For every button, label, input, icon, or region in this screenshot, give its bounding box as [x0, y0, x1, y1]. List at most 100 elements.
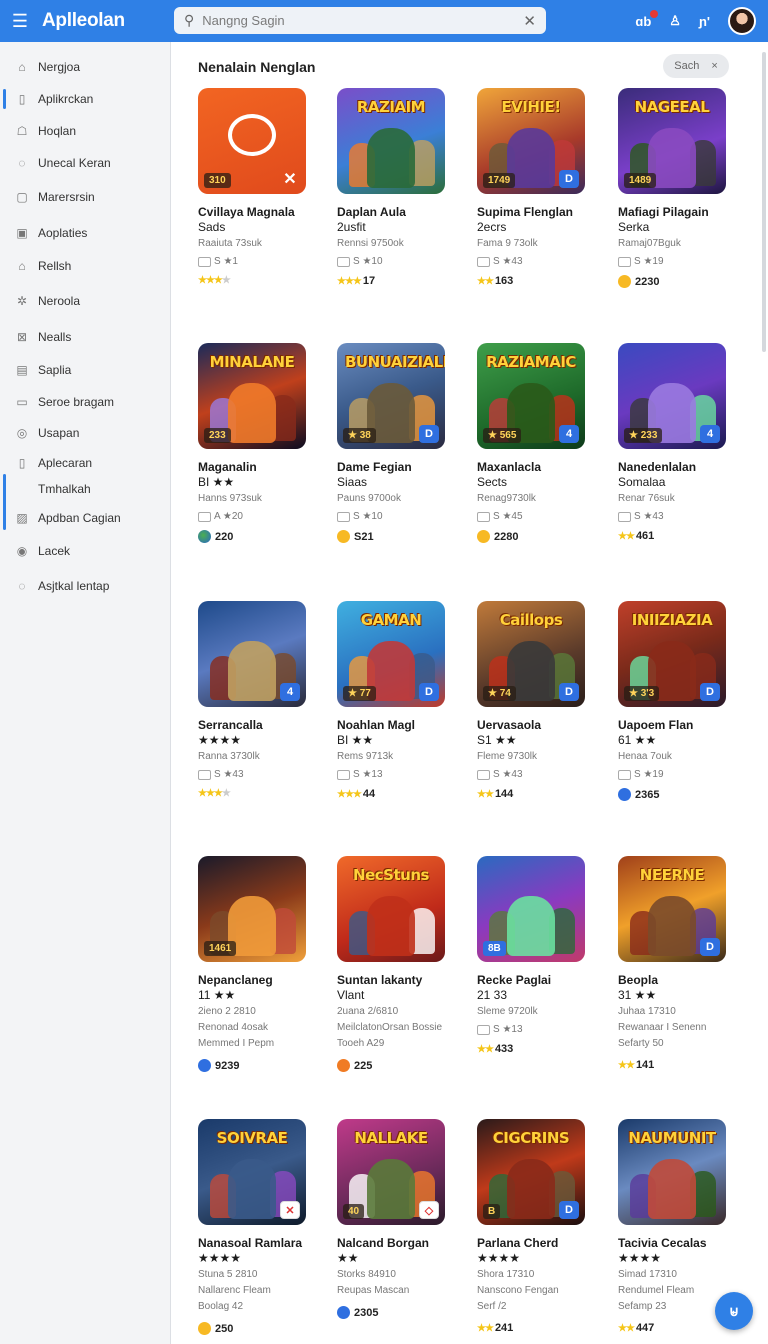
bag-icon[interactable]: ⊌ [715, 1292, 753, 1330]
app-card[interactable]: EVIHIE! 1749 D Supima Flenglan 2ecrs Fama 9 7… [477, 88, 599, 287]
app-card[interactable]: NAGEEAL 1489 Mafiagi Pilagain Serka Ramaj07B… [618, 88, 740, 288]
rating-stars: ★★★★ [198, 275, 231, 286]
sidebar-item[interactable]: ⊠ Nealls [0, 324, 170, 350]
app-card[interactable]: MINALANE 233 Maganalin BI ★★ Hanns 973suk A ★… [198, 343, 320, 543]
app-card[interactable]: GAMAN ★ 77 D Noahlan Magl BI ★★ Rems 9713k S ★… [337, 601, 459, 800]
sidebar-item[interactable]: ▯ Aplikrckan [0, 86, 170, 112]
app-card[interactable]: CIGCRINS B D Parlana Cherd ★★★★ Shora 17310 Na… [477, 1119, 599, 1334]
sort-chip[interactable]: Sach × [663, 54, 729, 78]
sidebar-item[interactable]: ▭ Seroe bragam [0, 389, 170, 415]
app-card[interactable]: 310 ✕ Cvillaya Magnala Sads Raaiuta 73suk S ★… [198, 88, 320, 286]
app-card[interactable]: INIIZIAZIA ★ 3'3 D Uapoem Flan 61 ★★ Henaa 7o… [618, 601, 740, 801]
music-icon[interactable]: ɲ' [699, 14, 710, 29]
app-thumbnail[interactable]: ★ 233 4 [618, 343, 726, 449]
app-card[interactable]: Caillops ★ 74 D Uervasaola S1 ★★ Fleme 9730lk… [477, 601, 599, 800]
app-info: S ★43 [477, 769, 599, 780]
sidebar-item-label: Aplecaran [38, 456, 93, 470]
rating-stars: ★★ [477, 1323, 494, 1334]
app-thumbnail[interactable]: 8B [477, 856, 585, 962]
app-meta: Nallarenc Fleam [198, 1285, 271, 1296]
app-card[interactable]: 4 Serrancalla ★★★★ Ranna 3730lk S ★43 ★★★★ [198, 601, 320, 799]
game-logo: Caillops [499, 611, 563, 629]
app-thumbnail[interactable]: INIIZIAZIA ★ 3'3 D [618, 601, 726, 707]
info-icon [618, 511, 631, 522]
app-thumbnail[interactable]: NEERNE D [618, 856, 726, 962]
sidebar-item[interactable]: ▢ Marersrsin [0, 184, 170, 210]
app-info-text: S ★43 [493, 769, 523, 780]
app-title: Tacivia Cecalas [618, 1236, 707, 1250]
search-input[interactable] [202, 13, 524, 28]
app-card[interactable]: BUNUAIZIALE ★ 38 D Dame Fegian Siaas Pauns 97… [337, 343, 459, 543]
app-meta: Rennsi 9750ok [337, 238, 404, 249]
character-figure [648, 1159, 696, 1219]
avatar[interactable] [728, 7, 756, 35]
rating-tag: 1749 [483, 173, 516, 188]
scrollbar[interactable] [762, 52, 766, 352]
sidebar-item[interactable]: ◌ Asjtkal lentap [0, 573, 170, 599]
app-thumbnail[interactable]: SOIVRAE ✕ [198, 1119, 306, 1225]
app-thumbnail[interactable]: GAMAN ★ 77 D [337, 601, 445, 707]
app-rating: 2230 [618, 275, 740, 288]
rating-tag: 8B [483, 941, 506, 956]
sidebar-item[interactable]: ⌂ Nergjoa [0, 54, 170, 80]
app-info-text: S ★43 [493, 256, 523, 267]
sidebar-item[interactable]: ☖ Hoqlan [0, 118, 170, 144]
app-thumbnail[interactable]: 310 ✕ [198, 88, 306, 194]
app-thumbnail[interactable]: NALLAKE 40 ◇ [337, 1119, 445, 1225]
sidebar-item[interactable]: ⌂ Rellsh [0, 253, 170, 279]
search-bar[interactable]: ⚲ ✕ [174, 7, 546, 34]
app-thumbnail[interactable]: CIGCRINS B D [477, 1119, 585, 1225]
sidebar-item[interactable]: ▤ Saplia [0, 357, 170, 383]
app-card[interactable]: NALLAKE 40 ◇ Nalcand Borgan ★★ Storks 84910 Re… [337, 1119, 459, 1319]
app-subtitle: BI ★★ [337, 733, 374, 747]
coin-icon [477, 530, 490, 543]
character-figure [228, 1159, 276, 1219]
app-thumbnail[interactable]: MINALANE 233 [198, 343, 306, 449]
app-card[interactable]: 8B Recke Paglai 21 33 Sleme 9720lk S ★13 ★★ 43… [477, 856, 599, 1055]
app-card[interactable]: NecStuns Suntan lakanty Vlant 2uana 2/6810 M… [337, 856, 459, 1072]
rating-count: 241 [494, 1322, 514, 1334]
app-thumbnail[interactable]: NAGEEAL 1489 [618, 88, 726, 194]
sidebar-item[interactable]: ▯ Aplecaran [0, 450, 170, 476]
sort-chip-close-icon[interactable]: × [711, 60, 717, 72]
sidebar-item[interactable]: ✲ Neroola [0, 288, 170, 314]
app-subtitle: Sects [477, 475, 508, 489]
app-thumbnail[interactable]: NecStuns [337, 856, 445, 962]
app-rating: 2280 [477, 530, 599, 543]
app-thumbnail[interactable]: RAZIAMAIC ★ 565 4 [477, 343, 585, 449]
coin-icon [618, 275, 631, 288]
app-thumbnail[interactable]: RAZIAIM [337, 88, 445, 194]
app-card[interactable]: ★ 233 4 Nanedenlalan Somalaa Renar 76suk S ★4… [618, 343, 740, 542]
app-card[interactable]: SOIVRAE ✕ Nanasoal Ramlara ★★★★ Stuna 5 2810… [198, 1119, 320, 1335]
app-thumbnail[interactable]: 1461 [198, 856, 306, 962]
app-card[interactable]: 1461 Nepanclaneg 11 ★★ 2ieno 2 2810 Renonad … [198, 856, 320, 1072]
app-card[interactable]: RAZIAMAIC ★ 565 4 Maxanlacla Sects Renag9730l… [477, 343, 599, 543]
close-icon[interactable]: ✕ [523, 12, 536, 30]
sidebar-item[interactable]: ◉ Lacek [0, 538, 170, 564]
sidebar-item[interactable]: ◌ Unecal Keran [0, 150, 170, 176]
app-thumbnail[interactable]: 4 [198, 601, 306, 707]
sidebar-item[interactable]: ▨ Apdban Cagian [0, 505, 170, 531]
notifications-icon[interactable]: ɑb [635, 9, 659, 29]
app-thumbnail[interactable]: Caillops ★ 74 D [477, 601, 585, 707]
app-card[interactable]: RAZIAIM Daplan Aula 2usfit Rennsi 9750ok S ★… [337, 88, 459, 287]
sidebar-item[interactable]: Tmhalkah [0, 474, 170, 530]
coin-icon [618, 788, 631, 801]
character-figure [367, 128, 415, 188]
info-icon [477, 256, 490, 267]
app-meta: Ramaj07Bguk [618, 238, 681, 249]
menu-icon[interactable]: ☰ [0, 0, 40, 42]
rating-count: S21 [354, 530, 374, 543]
sidebar-item-label: Lacek [38, 544, 71, 558]
sidebar-item[interactable]: ▣ Aoplaties [0, 220, 170, 246]
rating-tag: 1489 [624, 173, 657, 188]
app-thumbnail[interactable]: BUNUAIZIALE ★ 38 D [337, 343, 445, 449]
app-thumbnail[interactable]: NAUMUNIT [618, 1119, 726, 1225]
app-rating: ★★ 144 [477, 788, 599, 800]
app-card[interactable]: NEERNE D Beopla 31 ★★ Juhaa 17310 Rewanaar I … [618, 856, 740, 1071]
sidebar-item[interactable]: ◎ Usapan [0, 420, 170, 446]
user-icon[interactable]: ♙ [669, 13, 681, 29]
sidebar-item-icon: ▨ [16, 511, 28, 525]
app-info: S ★10 [337, 256, 459, 267]
app-thumbnail[interactable]: EVIHIE! 1749 D [477, 88, 585, 194]
